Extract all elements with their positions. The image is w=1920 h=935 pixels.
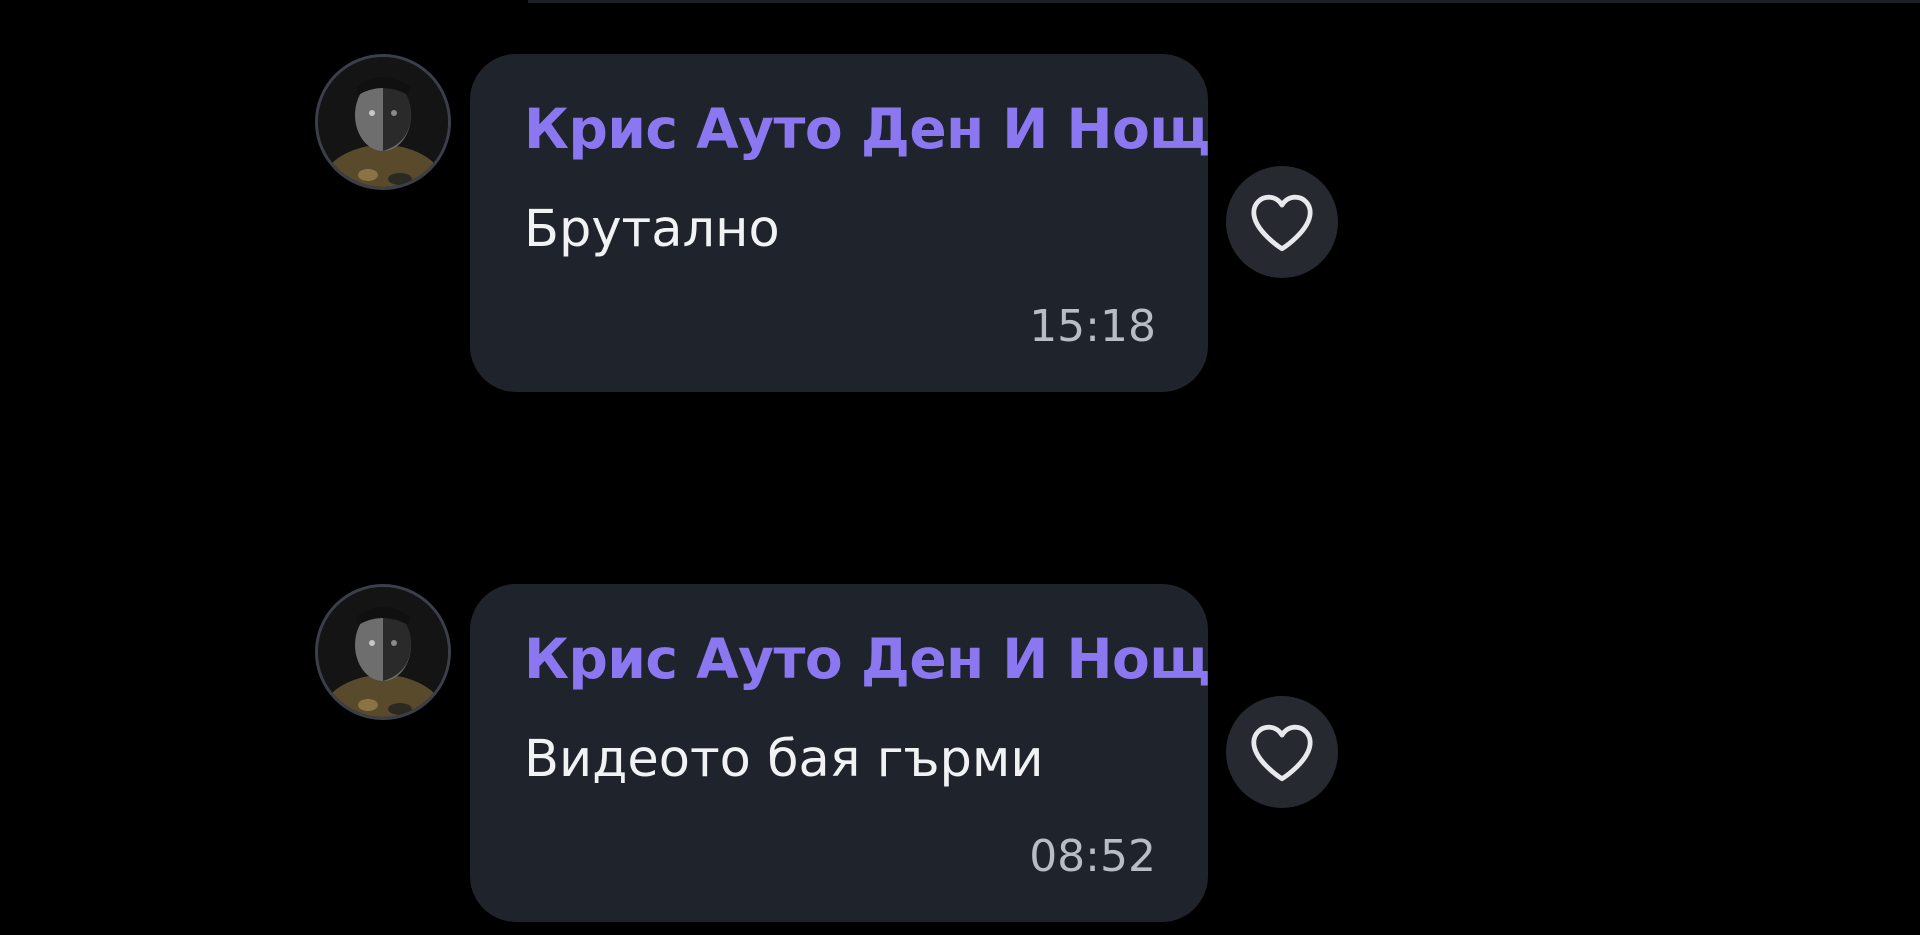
- avatar[interactable]: [315, 584, 451, 720]
- heart-icon: [1251, 724, 1313, 782]
- chat-page: Крис Ауто Ден И Нощ Брутално 15:18 Крис …: [0, 0, 1920, 935]
- message-text: Брутално: [524, 200, 780, 259]
- message-time: 15:18: [1029, 301, 1156, 352]
- heart-icon: [1251, 194, 1313, 252]
- top-divider: [528, 0, 1920, 3]
- avatar[interactable]: [315, 54, 451, 190]
- message-time: 08:52: [1029, 831, 1156, 882]
- sender-name[interactable]: Крис Ауто Ден И Нощ: [524, 628, 1210, 690]
- message-bubble: Крис Ауто Ден И Нощ Видеото бая гърми 08…: [470, 584, 1210, 922]
- message-text: Видеото бая гърми: [524, 730, 1044, 789]
- message-bubble: Крис Ауто Ден И Нощ Брутално 15:18: [470, 54, 1210, 392]
- like-button[interactable]: [1226, 696, 1338, 808]
- sender-name[interactable]: Крис Ауто Ден И Нощ: [524, 98, 1210, 160]
- like-button[interactable]: [1226, 166, 1338, 278]
